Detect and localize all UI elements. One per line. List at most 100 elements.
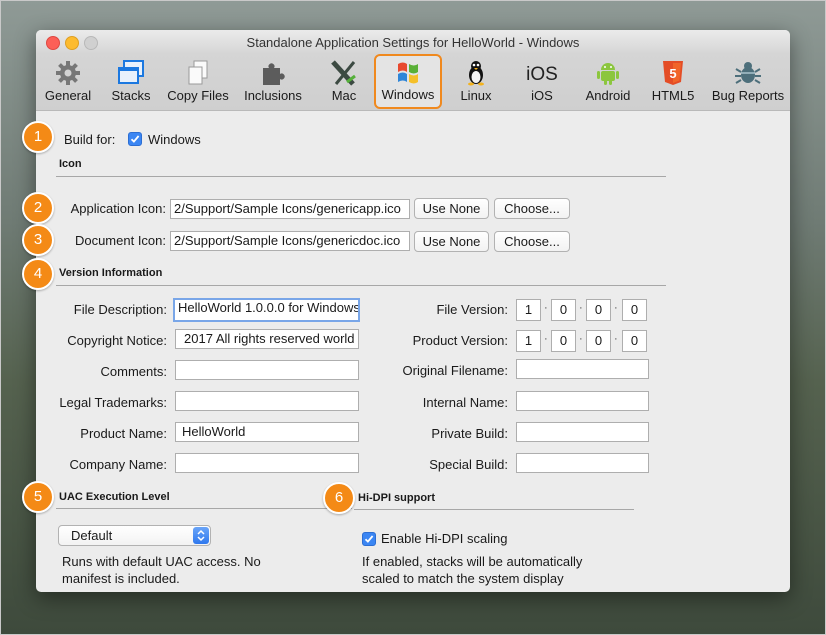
- comments-label: Comments:: [100, 364, 167, 379]
- document-icon-field[interactable]: 2/Support/Sample Icons/genericdoc.ico: [170, 231, 410, 251]
- uac-description: Runs with default UAC access. No manifes…: [62, 554, 261, 586]
- internal-name-field[interactable]: [516, 391, 649, 411]
- select-arrows-icon: [193, 527, 209, 544]
- document-icon-label: Document Icon:: [74, 233, 166, 248]
- section-divider: [56, 285, 666, 286]
- mac-x-icon: [330, 60, 358, 86]
- gear-icon: [54, 60, 82, 86]
- toolbar-ios[interactable]: iOS iOS: [520, 57, 564, 105]
- product-version-build[interactable]: 0: [622, 330, 647, 352]
- version-separator: ·: [544, 333, 548, 345]
- settings-window: Standalone Application Settings for Hell…: [36, 30, 790, 592]
- uac-level-value: Default: [71, 528, 113, 543]
- build-windows-label: Windows: [148, 132, 201, 147]
- stacks-icon: [117, 60, 145, 86]
- product-name-label: Product Name:: [80, 426, 167, 441]
- icon-section-title: Icon: [59, 158, 82, 170]
- toolbar-android[interactable]: Android: [578, 57, 638, 105]
- build-for-label: Build for:: [64, 132, 116, 147]
- file-description-field[interactable]: HelloWorld 1.0.0.0 for Windows: [173, 298, 360, 322]
- section-divider: [56, 508, 352, 509]
- version-section-title: Version Information: [59, 267, 163, 279]
- legal-trademarks-label: Legal Trademarks:: [59, 395, 167, 410]
- comments-field[interactable]: [175, 360, 359, 380]
- toolbar: General Stacks Copy Files Inclusions Mac…: [36, 54, 790, 111]
- toolbar-label: Android: [585, 88, 631, 103]
- toolbar-label: Bug Reports: [711, 88, 785, 103]
- file-version-label: File Version:: [436, 302, 508, 317]
- settings-content: Build for: Windows Icon Application Icon…: [36, 111, 790, 592]
- hidpi-section-title: Hi-DPI support: [358, 492, 435, 504]
- toolbar-label: General: [44, 88, 92, 103]
- document-icon-use-none-button[interactable]: Use None: [414, 231, 489, 252]
- original-filename-field[interactable]: [516, 359, 649, 379]
- version-separator: ·: [614, 333, 618, 345]
- product-name-field[interactable]: HelloWorld: [175, 422, 359, 442]
- annotation-badge-2: 2: [22, 192, 54, 224]
- version-separator: ·: [544, 302, 548, 314]
- toolbar-label: Linux: [460, 88, 492, 103]
- toolbar-copy-files[interactable]: Copy Files: [164, 57, 232, 105]
- application-icon-field[interactable]: 2/Support/Sample Icons/genericapp.ico: [170, 199, 410, 219]
- annotation-badge-3: 3: [22, 224, 54, 256]
- document-icon-choose-button[interactable]: Choose...: [494, 231, 570, 252]
- version-separator: ·: [614, 302, 618, 314]
- toolbar-windows[interactable]: Windows: [374, 54, 442, 109]
- application-icon-choose-button[interactable]: Choose...: [494, 198, 570, 219]
- internal-name-label: Internal Name:: [422, 395, 508, 410]
- special-build-label: Special Build:: [429, 457, 508, 472]
- hidpi-description: If enabled, stacks will be automatically…: [362, 554, 583, 586]
- html5-icon: 5: [659, 60, 687, 86]
- application-icon-label: Application Icon:: [70, 201, 166, 216]
- linux-penguin-icon: [462, 60, 490, 86]
- annotation-badge-4: 4: [22, 258, 54, 290]
- android-icon: [594, 60, 622, 86]
- file-version-build[interactable]: 0: [622, 299, 647, 321]
- company-name-label: Company Name:: [69, 457, 167, 472]
- uac-section-title: UAC Execution Level: [59, 491, 170, 503]
- product-version-label: Product Version:: [412, 333, 508, 348]
- toolbar-label: Copy Files: [167, 88, 229, 103]
- private-build-label: Private Build:: [431, 426, 508, 441]
- svg-text:5: 5: [669, 66, 676, 81]
- annotation-badge-6: 6: [323, 482, 355, 514]
- file-version-minor[interactable]: 0: [551, 299, 576, 321]
- company-name-field[interactable]: [175, 453, 359, 473]
- file-description-label: File Description:: [73, 302, 167, 317]
- copyright-notice-label: Copyright Notice:: [67, 333, 167, 348]
- window-title: Standalone Application Settings for Hell…: [246, 35, 580, 50]
- toolbar-html5[interactable]: 5 HTML5: [648, 57, 698, 105]
- toolbar-linux[interactable]: Linux: [454, 57, 498, 105]
- file-version-major[interactable]: 1: [516, 299, 541, 321]
- version-separator: ·: [579, 333, 583, 345]
- toolbar-general[interactable]: General: [40, 57, 96, 105]
- product-version-major[interactable]: 1: [516, 330, 541, 352]
- checkmark-icon: [130, 135, 140, 143]
- special-build-field[interactable]: [516, 453, 649, 473]
- copyright-notice-field[interactable]: 2017 All rights reserved world: [175, 329, 359, 349]
- puzzle-icon: [259, 60, 287, 86]
- product-version-revision[interactable]: 0: [586, 330, 611, 352]
- toolbar-stacks[interactable]: Stacks: [106, 57, 156, 105]
- file-version-revision[interactable]: 0: [586, 299, 611, 321]
- checkmark-icon: [364, 535, 374, 543]
- annotation-badge-1: 1: [22, 121, 54, 153]
- copy-files-icon: [184, 60, 212, 86]
- private-build-field[interactable]: [516, 422, 649, 442]
- legal-trademarks-field[interactable]: [175, 391, 359, 411]
- uac-level-select[interactable]: Default: [58, 525, 211, 546]
- toolbar-bug-reports[interactable]: Bug Reports: [708, 57, 788, 105]
- annotation-badge-5: 5: [22, 481, 54, 513]
- toolbar-label: HTML5: [651, 88, 695, 103]
- toolbar-inclusions[interactable]: Inclusions: [239, 57, 307, 105]
- product-version-minor[interactable]: 0: [551, 330, 576, 352]
- toolbar-label: Stacks: [111, 88, 151, 103]
- toolbar-mac[interactable]: Mac: [322, 57, 366, 105]
- title-bar: Standalone Application Settings for Hell…: [36, 30, 790, 54]
- hidpi-checkbox[interactable]: [362, 532, 376, 546]
- toolbar-label: Windows: [381, 87, 435, 102]
- original-filename-label: Original Filename:: [402, 363, 509, 378]
- version-separator: ·: [579, 302, 583, 314]
- application-icon-use-none-button[interactable]: Use None: [414, 198, 489, 219]
- build-windows-checkbox[interactable]: [128, 132, 142, 146]
